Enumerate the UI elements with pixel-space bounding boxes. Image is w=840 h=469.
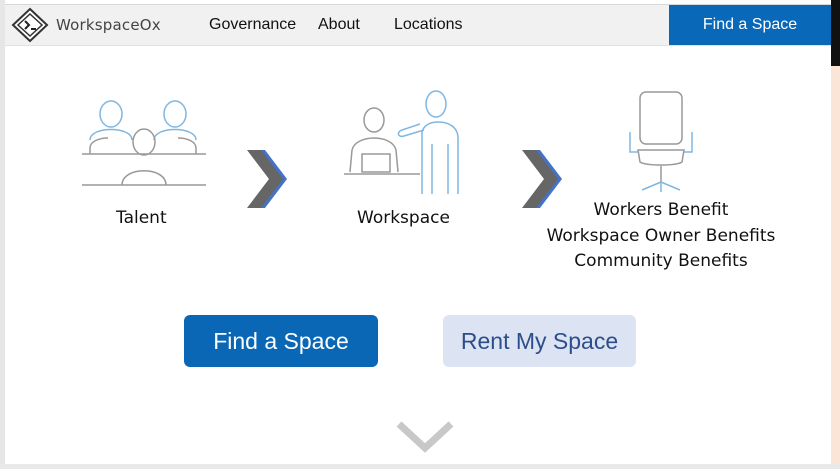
chevron-right-icon [245,148,291,210]
nav-find-space-button[interactable]: Find a Space [669,5,831,45]
brand-name[interactable]: WorkspaceOx [56,16,161,34]
presenter-desk-icon [340,88,464,198]
nav-link-locations[interactable]: Locations [394,16,463,34]
benefit-community: Community Benefits [574,251,748,271]
window-bottom-edge [0,464,840,469]
step-talent-label: Talent [116,208,167,228]
benefit-workspace-owner: Workspace Owner Benefits [546,225,776,246]
terminal-diamond-icon[interactable] [10,7,50,43]
find-space-button[interactable]: Find a Space [184,315,378,367]
benefit-workers: Workers Benefit [593,200,729,220]
scrollbar-thumb[interactable] [831,0,840,66]
office-chair-icon [626,90,696,196]
window-left-edge [0,0,5,469]
nav-link-about[interactable]: About [318,16,360,34]
scrollbar-track[interactable] [831,66,840,469]
chevron-down-icon[interactable] [395,418,455,454]
benefits-list: Workers Benefit Workspace Owner Benefits… [530,198,792,275]
step-workspace-label: Workspace [357,208,450,228]
nav-link-governance[interactable]: Governance [209,16,296,34]
top-navbar: WorkspaceOx Governance About Locations F… [5,4,831,46]
team-meeting-icon [78,96,210,190]
rent-my-space-button[interactable]: Rent My Space [443,315,636,367]
